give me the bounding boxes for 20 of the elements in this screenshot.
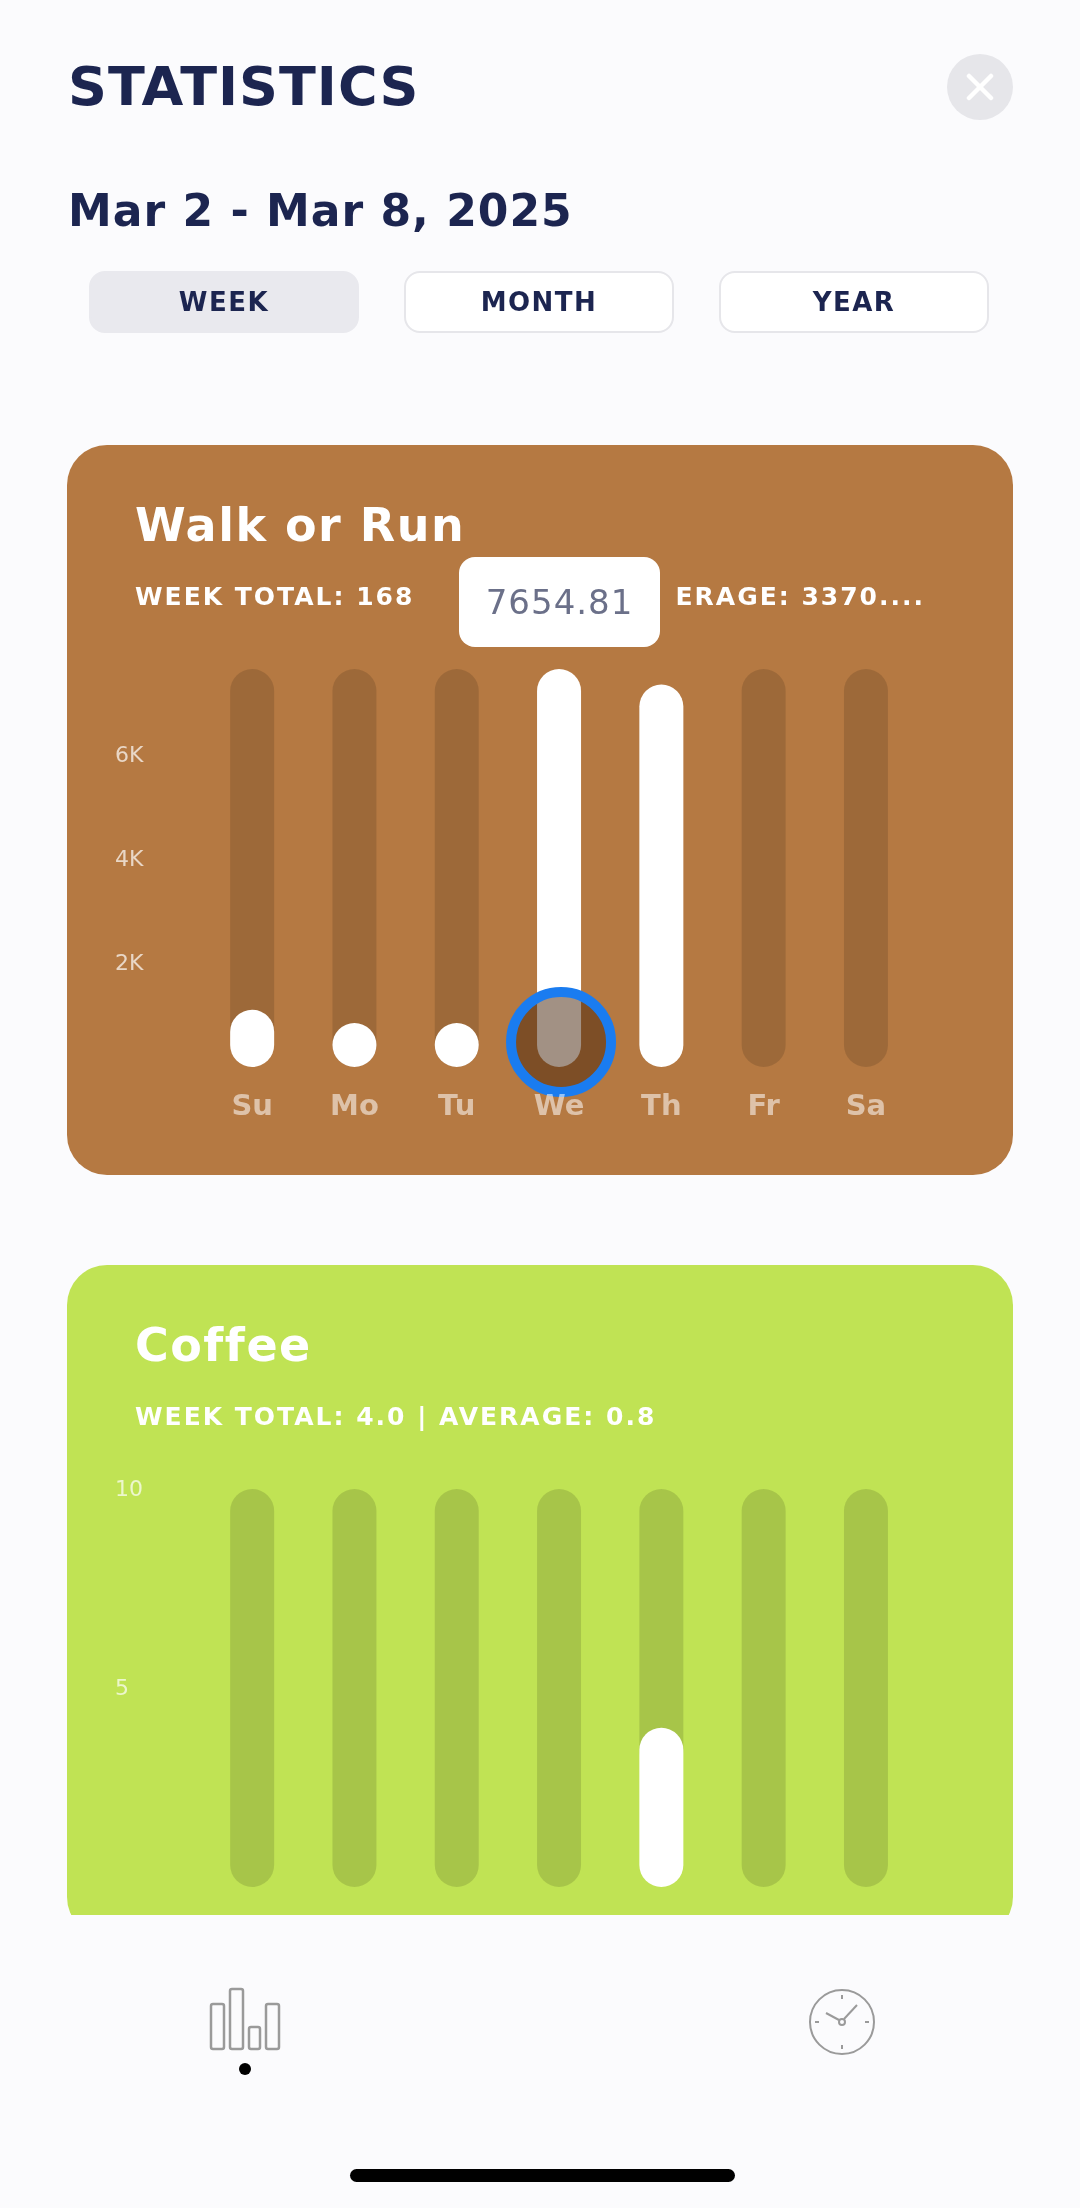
summary-text: WEEK TOTAL: 4.0 | AVERAGE: 0.8 bbox=[135, 1401, 657, 1433]
card-title: Walk or Run bbox=[135, 497, 467, 554]
day-label: Sa bbox=[844, 1087, 888, 1124]
card-title: Coffee bbox=[135, 1317, 313, 1374]
axis-tick-label: 10 bbox=[115, 1475, 143, 1503]
axis-tick-label: 6K bbox=[115, 740, 144, 769]
day-label: Th bbox=[640, 1087, 683, 1124]
day-label: Tu bbox=[437, 1087, 477, 1124]
summary-text: WEEK TOTAL: 168 bbox=[135, 581, 415, 613]
axis-tick-label: 2K bbox=[115, 948, 144, 977]
day-label: Su bbox=[230, 1087, 274, 1124]
axis-tick-label: 4K bbox=[115, 844, 144, 873]
axis-tick-label: 5 bbox=[115, 1674, 129, 1702]
value-tooltip: 7654.81 bbox=[459, 557, 661, 647]
day-label: Mo bbox=[329, 1087, 380, 1124]
summary-text: ERAGE: 3370.... bbox=[675, 581, 925, 613]
day-label: We bbox=[532, 1087, 586, 1124]
day-label: Fr bbox=[746, 1087, 781, 1124]
date-range: Mar 2 - Mar 8, 2025 bbox=[68, 184, 574, 238]
screen-title: STATISTICS bbox=[68, 54, 420, 120]
